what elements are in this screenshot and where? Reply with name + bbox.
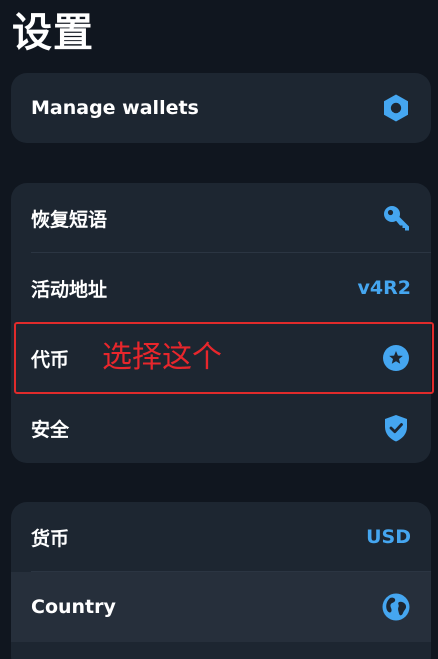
wallet-card: Manage wallets — [11, 73, 431, 143]
shield-check-icon — [381, 413, 411, 443]
manage-wallets-item[interactable]: Manage wallets — [11, 73, 431, 143]
star-badge-icon — [381, 343, 411, 373]
tokens-label: 代币 — [31, 348, 70, 371]
active-address-value: v4R2 — [357, 277, 411, 299]
currency-item[interactable]: 货币 USD — [11, 502, 431, 572]
locale-card: 货币 USD Country — [11, 502, 431, 659]
key-icon — [381, 203, 411, 233]
security-label: 安全 — [31, 418, 70, 441]
annotation-text: 选择这个 — [102, 340, 222, 375]
security-card: 恢复短语 活动地址 v4R2 代币 安全 — [11, 183, 431, 463]
security-item[interactable]: 安全 — [11, 393, 431, 463]
manage-wallets-label: Manage wallets — [31, 97, 199, 119]
hexagon-settings-icon — [381, 93, 411, 123]
recovery-phrase-label: 恢复短语 — [31, 208, 108, 231]
active-address-item[interactable]: 活动地址 v4R2 — [11, 253, 431, 323]
country-label: Country — [31, 596, 116, 618]
currency-label: 货币 — [31, 527, 70, 550]
globe-icon — [381, 592, 411, 622]
country-item[interactable]: Country — [11, 572, 431, 642]
currency-value: USD — [366, 526, 411, 548]
page-title: 设置 — [12, 10, 94, 56]
recovery-phrase-item[interactable]: 恢复短语 — [11, 183, 431, 253]
settings-page: 设置 Manage wallets 恢复短语 活动地址 v4R2 代币 安全 货… — [0, 0, 438, 659]
active-address-label: 活动地址 — [31, 278, 108, 301]
